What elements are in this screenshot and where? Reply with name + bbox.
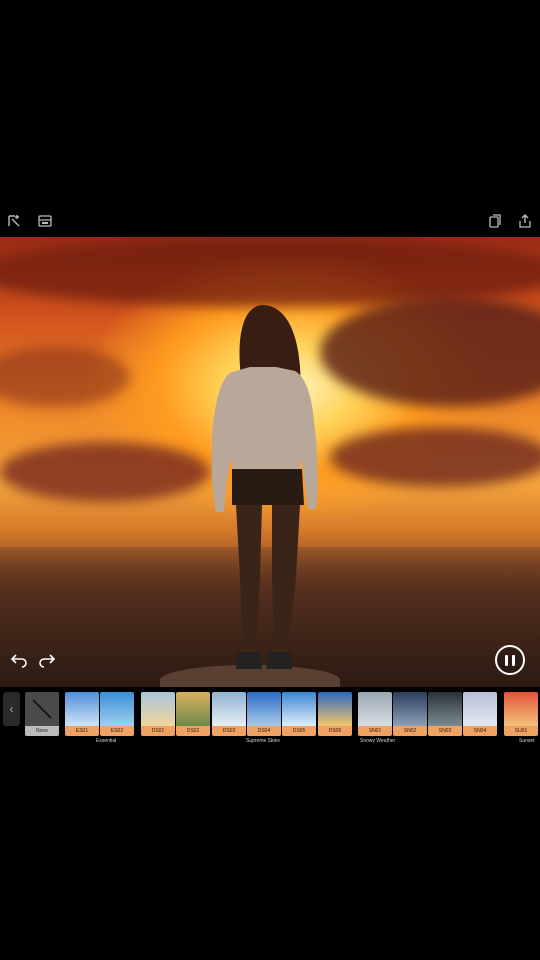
sky-thumb-image xyxy=(100,692,134,726)
none-filter-thumb[interactable]: None xyxy=(25,692,59,736)
thumb-label: ES01 xyxy=(65,726,99,736)
sky-thumb-su01[interactable]: SU01 xyxy=(504,692,538,736)
thumb-label: SU01 xyxy=(504,726,538,736)
sky-thumb-ds06[interactable]: DS06 xyxy=(318,692,352,736)
sky-thumb-ds04[interactable]: DS04 xyxy=(247,692,281,736)
sky-thumb-ds03[interactable]: DS03 xyxy=(212,692,246,736)
sky-thumb-es01[interactable]: ES01 xyxy=(65,692,99,736)
sky-thumb-es02[interactable]: ES02 xyxy=(100,692,134,736)
sky-thumb-sn04[interactable]: SN04 xyxy=(463,692,497,736)
none-slash-icon xyxy=(32,699,52,719)
thumb-label: SN01 xyxy=(358,726,392,736)
sky-thumb-image xyxy=(318,692,352,726)
sky-thumb-image xyxy=(393,692,427,726)
sky-thumb-image xyxy=(176,692,210,726)
thumb-label: SN03 xyxy=(428,726,462,736)
top-toolbar xyxy=(0,205,540,237)
group-label-essential: Essential xyxy=(96,738,117,744)
thumb-label: ES02 xyxy=(100,726,134,736)
sky-thumb-image xyxy=(247,692,281,726)
pause-button[interactable] xyxy=(495,645,525,675)
thumb-label: SN02 xyxy=(393,726,427,736)
thumb-label: DS01 xyxy=(141,726,175,736)
sky-thumb-image xyxy=(65,692,99,726)
group-label-supreme-skies: Supreme Skies xyxy=(246,738,280,744)
sky-thumb-image xyxy=(504,692,538,726)
sky-filter-strip[interactable]: ‹ None ES01 ES02 DS01 DS02 DS03 DS04 DS05 DS06 S… xyxy=(0,688,540,748)
sky-thumb-image xyxy=(212,692,246,726)
image-icon[interactable] xyxy=(37,213,53,229)
sky-thumb-sn01[interactable]: SN01 xyxy=(358,692,392,736)
thumb-label: DS04 xyxy=(247,726,281,736)
sky-thumb-image xyxy=(463,692,497,726)
layers-icon[interactable] xyxy=(487,213,503,229)
group-label-sunset: Sunset xyxy=(519,738,535,744)
sky-thumb-image xyxy=(428,692,462,726)
sky-thumb-image xyxy=(282,692,316,726)
thumb-label: DS05 xyxy=(282,726,316,736)
group-label-snowy-weather: Snowy Weather xyxy=(360,738,396,744)
redo-arrow-icon[interactable] xyxy=(38,652,58,670)
thumb-label: DS06 xyxy=(318,726,352,736)
thumb-label: DS03 xyxy=(212,726,246,736)
sky-thumb-sn02[interactable]: SN02 xyxy=(393,692,427,736)
crop-magic-icon[interactable] xyxy=(7,213,23,229)
sky-thumb-ds05[interactable]: DS05 xyxy=(282,692,316,736)
sky-thumb-image xyxy=(358,692,392,726)
sky-thumb-ds02[interactable]: DS02 xyxy=(176,692,210,736)
thumb-label: None xyxy=(25,726,59,736)
sky-thumb-image xyxy=(141,692,175,726)
sky-thumb-sn03[interactable]: SN03 xyxy=(428,692,462,736)
collapse-chevron-icon[interactable]: ‹ xyxy=(3,692,20,726)
share-icon[interactable] xyxy=(517,213,533,229)
pause-icon xyxy=(505,654,508,666)
sky-thumb-ds01[interactable]: DS01 xyxy=(141,692,175,736)
thumb-label: DS02 xyxy=(176,726,210,736)
thumb-label: SN04 xyxy=(463,726,497,736)
undo-arrow-icon[interactable] xyxy=(8,652,28,670)
photo-canvas[interactable] xyxy=(0,237,540,687)
person-silhouette xyxy=(211,305,318,669)
